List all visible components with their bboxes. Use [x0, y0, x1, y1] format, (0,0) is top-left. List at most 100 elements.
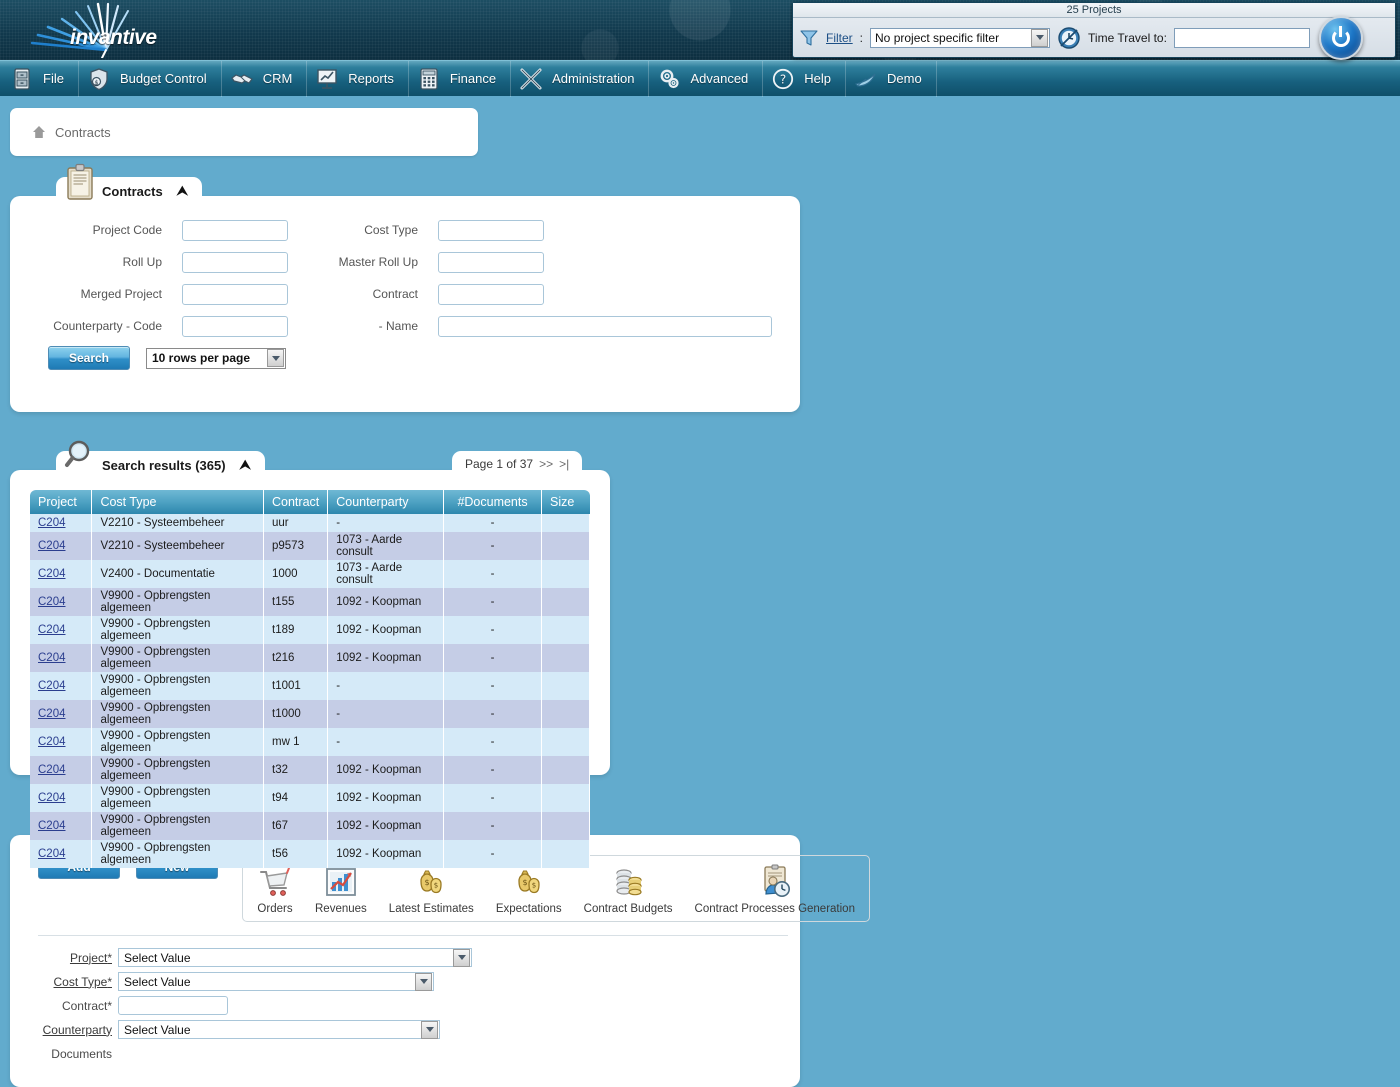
cell-project[interactable]: C204	[30, 728, 92, 756]
cell-project[interactable]: C204	[30, 784, 92, 812]
project-code-input[interactable]	[182, 220, 288, 241]
column-header-documents[interactable]: #Documents	[444, 490, 542, 514]
action-revenues[interactable]: Revenues	[315, 864, 367, 915]
project-link[interactable]: C204	[38, 764, 66, 776]
menu-item-demo[interactable]: Demo	[846, 61, 937, 97]
chevron-up-icon[interactable]: ⮝	[240, 457, 251, 473]
menu-item-reports[interactable]: Reports	[307, 61, 409, 97]
table-row[interactable]: C204V9900 - Opbrengsten algemeent1001--	[30, 672, 590, 700]
menu-item-advanced[interactable]: Advanced	[649, 61, 763, 97]
cell-project[interactable]: C204	[30, 840, 92, 868]
master-roll-up-input[interactable]	[438, 252, 544, 273]
counterparty-name-input[interactable]	[438, 316, 772, 337]
next-page-button[interactable]: >>	[539, 457, 553, 471]
column-header-project[interactable]: Project	[30, 490, 92, 514]
cell-project[interactable]: C204	[30, 700, 92, 728]
merged-project-input[interactable]	[182, 284, 288, 305]
project-link[interactable]: C204	[38, 568, 66, 580]
field-label-cost-type[interactable]: Cost Type*	[10, 975, 118, 989]
field-label-counterparty[interactable]: Counterparty	[10, 1023, 118, 1037]
project-link[interactable]: C204	[38, 517, 66, 529]
project-link[interactable]: C204	[38, 820, 66, 832]
table-row[interactable]: C204V9900 - Opbrengsten algemeent671092 …	[30, 812, 590, 840]
home-icon[interactable]	[32, 125, 46, 139]
cell-project[interactable]: C204	[30, 588, 92, 616]
menu-label: Administration	[552, 71, 634, 86]
chevron-down-icon[interactable]	[421, 1021, 438, 1039]
project-link[interactable]: C204	[38, 792, 66, 804]
table-row[interactable]: C204V9900 - Opbrengsten algemeent2161092…	[30, 644, 590, 672]
action-expectations[interactable]: $ $ Expectations	[496, 864, 562, 915]
menu-item-administration[interactable]: Administration	[511, 61, 649, 97]
table-row[interactable]: C204V2210 - Systeembeheerp95731073 - Aar…	[30, 532, 590, 560]
field-label-project[interactable]: Project*	[10, 951, 118, 965]
column-header-contract[interactable]: Contract	[264, 490, 328, 514]
menu-item-help[interactable]: ? Help	[763, 61, 846, 97]
menu-item-budget-control[interactable]: $ Budget Control	[79, 61, 222, 97]
chevron-down-icon[interactable]	[1031, 29, 1048, 47]
project-filter-select[interactable]: No project specific filter	[870, 28, 1050, 48]
column-header-counterparty[interactable]: Counterparty	[328, 490, 444, 514]
cell-project[interactable]: C204	[30, 756, 92, 784]
cell-project[interactable]: C204	[30, 514, 92, 532]
rows-per-page-select[interactable]: 10 rows per page	[146, 348, 286, 369]
project-link[interactable]: C204	[38, 624, 66, 636]
power-icon[interactable]	[1319, 16, 1363, 60]
action-contract-budgets[interactable]: Contract Budgets	[584, 864, 673, 915]
column-header-size[interactable]: Size	[542, 490, 590, 514]
table-row[interactable]: C204V9900 - Opbrengsten algemeent941092 …	[30, 784, 590, 812]
menu-item-finance[interactable]: Finance	[409, 61, 511, 97]
brand-logo[interactable]: invantive	[18, 2, 178, 58]
counterparty-select[interactable]: Select Value	[118, 1020, 440, 1039]
table-row[interactable]: C204V2210 - Systeembeheeruur--	[30, 514, 590, 532]
chevron-down-icon[interactable]	[453, 949, 470, 967]
table-row[interactable]: C204V9900 - Opbrengsten algemeent1551092…	[30, 588, 590, 616]
chevron-up-icon[interactable]: ⮝	[177, 183, 188, 199]
cost-type-select[interactable]: Select Value	[118, 972, 434, 991]
last-page-button[interactable]: >|	[559, 457, 569, 471]
tab-search-results[interactable]: Search results (365) ⮝	[56, 451, 265, 479]
action-orders[interactable]: Orders	[257, 864, 293, 915]
cell-project[interactable]: C204	[30, 560, 92, 588]
project-link[interactable]: C204	[38, 652, 66, 664]
cell-counterparty: 1073 - Aarde consult	[328, 560, 444, 588]
table-row[interactable]: C204V2400 - Documentatie10001073 - Aarde…	[30, 560, 590, 588]
table-row[interactable]: C204V9900 - Opbrengsten algemeent1000--	[30, 700, 590, 728]
counterparty-code-input[interactable]	[182, 316, 288, 337]
chevron-down-icon[interactable]	[415, 973, 432, 991]
cell-project[interactable]: C204	[30, 532, 92, 560]
cell-size	[542, 644, 590, 672]
project-link[interactable]: C204	[38, 596, 66, 608]
cell-project[interactable]: C204	[30, 644, 92, 672]
table-row[interactable]: C204V9900 - Opbrengsten algemeent561092 …	[30, 840, 590, 868]
tab-contracts[interactable]: Contracts ⮝	[56, 177, 202, 205]
action-contract-processes-generation[interactable]: Contract Processes Generation	[695, 864, 855, 915]
chevron-down-icon[interactable]	[267, 349, 284, 367]
project-link[interactable]: C204	[38, 708, 66, 720]
cell-project[interactable]: C204	[30, 672, 92, 700]
search-button[interactable]: Search	[48, 346, 130, 370]
roll-up-input[interactable]	[182, 252, 288, 273]
menu-item-crm[interactable]: CRM	[222, 61, 308, 97]
time-travel-input[interactable]	[1174, 28, 1310, 48]
project-link[interactable]: C204	[38, 680, 66, 692]
clipboard-icon	[64, 163, 96, 201]
action-latest-estimates[interactable]: $ $ Latest Estimates	[389, 864, 474, 915]
cost-type-input[interactable]	[438, 220, 544, 241]
cell-cost-type: V2210 - Systeembeheer	[92, 532, 264, 560]
project-link[interactable]: C204	[38, 540, 66, 552]
table-row[interactable]: C204V9900 - Opbrengsten algemeent321092 …	[30, 756, 590, 784]
breadcrumb-item-contracts[interactable]: Contracts	[55, 125, 111, 140]
table-row[interactable]: C204V9900 - Opbrengsten algemeent1891092…	[30, 616, 590, 644]
table-row[interactable]: C204V9900 - Opbrengsten algemeenmw 1--	[30, 728, 590, 756]
column-header-cost-type[interactable]: Cost Type	[92, 490, 264, 514]
cell-project[interactable]: C204	[30, 616, 92, 644]
menu-item-file[interactable]: File	[0, 61, 79, 97]
cell-project[interactable]: C204	[30, 812, 92, 840]
project-link[interactable]: C204	[38, 848, 66, 860]
contract-input[interactable]	[438, 284, 544, 305]
project-link[interactable]: C204	[38, 736, 66, 748]
contract-name-input[interactable]	[118, 996, 228, 1015]
filter-link[interactable]: Filter	[826, 31, 853, 45]
project-select[interactable]: Select Value	[118, 948, 472, 967]
